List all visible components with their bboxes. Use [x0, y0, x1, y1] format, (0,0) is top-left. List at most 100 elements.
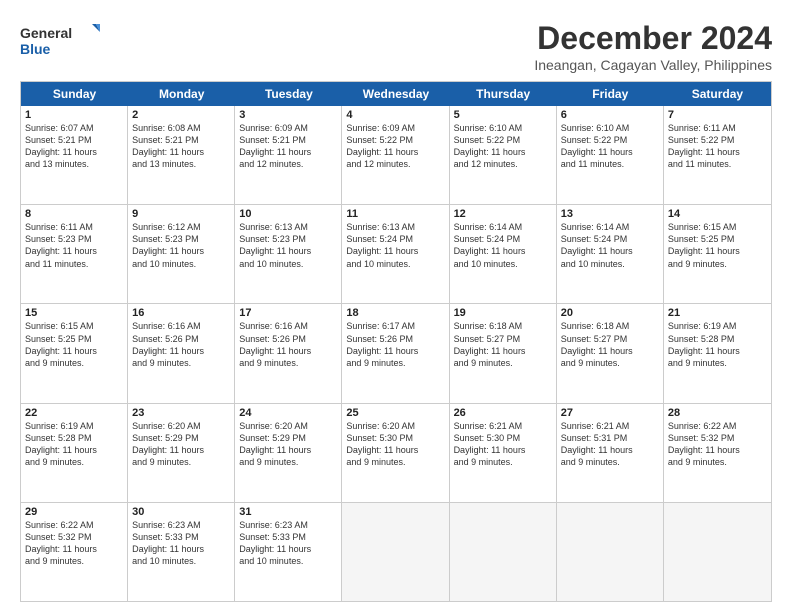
cell-line: Sunset: 5:23 PM: [132, 233, 230, 245]
day-number-31: 31: [239, 506, 337, 518]
day-cell-6: 6Sunrise: 6:10 AMSunset: 5:22 PMDaylight…: [557, 106, 664, 204]
day-cell-28: 28Sunrise: 6:22 AMSunset: 5:32 PMDayligh…: [664, 404, 771, 502]
day-cell-22: 22Sunrise: 6:19 AMSunset: 5:28 PMDayligh…: [21, 404, 128, 502]
cell-line: and 9 minutes.: [668, 357, 767, 369]
cell-line: Daylight: 11 hours: [668, 444, 767, 456]
header-day-wednesday: Wednesday: [342, 82, 449, 106]
cell-line: Sunrise: 6:07 AM: [25, 122, 123, 134]
cell-line: Sunrise: 6:12 AM: [132, 221, 230, 233]
cell-line: Sunrise: 6:22 AM: [25, 519, 123, 531]
cell-line: Sunset: 5:32 PM: [25, 531, 123, 543]
cell-line: Daylight: 11 hours: [132, 543, 230, 555]
cell-line: Sunrise: 6:09 AM: [346, 122, 444, 134]
day-cell-27: 27Sunrise: 6:21 AMSunset: 5:31 PMDayligh…: [557, 404, 664, 502]
cell-line: Daylight: 11 hours: [25, 543, 123, 555]
cell-line: Sunrise: 6:10 AM: [561, 122, 659, 134]
day-number-3: 3: [239, 109, 337, 121]
day-number-30: 30: [132, 506, 230, 518]
day-cell-1: 1Sunrise: 6:07 AMSunset: 5:21 PMDaylight…: [21, 106, 128, 204]
header-day-tuesday: Tuesday: [235, 82, 342, 106]
cell-line: and 9 minutes.: [561, 357, 659, 369]
cell-line: Sunset: 5:24 PM: [346, 233, 444, 245]
cell-line: Sunset: 5:27 PM: [454, 333, 552, 345]
empty-cell: [342, 503, 449, 601]
day-cell-21: 21Sunrise: 6:19 AMSunset: 5:28 PMDayligh…: [664, 304, 771, 402]
empty-cell: [557, 503, 664, 601]
cell-line: Sunset: 5:21 PM: [239, 134, 337, 146]
day-number-2: 2: [132, 109, 230, 121]
day-number-17: 17: [239, 307, 337, 319]
cell-line: Sunrise: 6:13 AM: [346, 221, 444, 233]
calendar-body: 1Sunrise: 6:07 AMSunset: 5:21 PMDaylight…: [21, 106, 771, 601]
cell-line: and 10 minutes.: [132, 555, 230, 567]
cell-line: Sunrise: 6:20 AM: [132, 420, 230, 432]
cell-line: Sunset: 5:33 PM: [239, 531, 337, 543]
calendar-header: SundayMondayTuesdayWednesdayThursdayFrid…: [21, 82, 771, 106]
cell-line: Sunrise: 6:15 AM: [668, 221, 767, 233]
cell-line: and 10 minutes.: [239, 555, 337, 567]
day-number-26: 26: [454, 407, 552, 419]
cell-line: Sunrise: 6:19 AM: [25, 420, 123, 432]
cell-line: Sunset: 5:26 PM: [239, 333, 337, 345]
day-cell-3: 3Sunrise: 6:09 AMSunset: 5:21 PMDaylight…: [235, 106, 342, 204]
cell-line: Sunrise: 6:23 AM: [239, 519, 337, 531]
day-number-7: 7: [668, 109, 767, 121]
day-cell-18: 18Sunrise: 6:17 AMSunset: 5:26 PMDayligh…: [342, 304, 449, 402]
svg-text:Blue: Blue: [20, 41, 51, 57]
cell-line: and 9 minutes.: [668, 258, 767, 270]
day-cell-11: 11Sunrise: 6:13 AMSunset: 5:24 PMDayligh…: [342, 205, 449, 303]
cell-line: Sunset: 5:31 PM: [561, 432, 659, 444]
cell-line: and 9 minutes.: [25, 555, 123, 567]
cell-line: Daylight: 11 hours: [561, 444, 659, 456]
cell-line: and 12 minutes.: [239, 158, 337, 170]
cell-line: and 9 minutes.: [346, 456, 444, 468]
cell-line: Sunrise: 6:14 AM: [454, 221, 552, 233]
cell-line: and 9 minutes.: [454, 456, 552, 468]
week-row-5: 29Sunrise: 6:22 AMSunset: 5:32 PMDayligh…: [21, 503, 771, 601]
day-number-25: 25: [346, 407, 444, 419]
cell-line: Sunset: 5:25 PM: [668, 233, 767, 245]
cell-line: Daylight: 11 hours: [346, 245, 444, 257]
cell-line: Sunrise: 6:21 AM: [454, 420, 552, 432]
cell-line: Sunset: 5:22 PM: [454, 134, 552, 146]
cell-line: Sunrise: 6:16 AM: [132, 320, 230, 332]
cell-line: Daylight: 11 hours: [346, 444, 444, 456]
header-day-friday: Friday: [557, 82, 664, 106]
cell-line: Sunset: 5:32 PM: [668, 432, 767, 444]
cell-line: Sunset: 5:30 PM: [346, 432, 444, 444]
cell-line: and 9 minutes.: [25, 456, 123, 468]
cell-line: Daylight: 11 hours: [239, 146, 337, 158]
day-number-16: 16: [132, 307, 230, 319]
cell-line: and 9 minutes.: [239, 357, 337, 369]
day-cell-17: 17Sunrise: 6:16 AMSunset: 5:26 PMDayligh…: [235, 304, 342, 402]
day-number-4: 4: [346, 109, 444, 121]
day-cell-8: 8Sunrise: 6:11 AMSunset: 5:23 PMDaylight…: [21, 205, 128, 303]
day-number-12: 12: [454, 208, 552, 220]
cell-line: and 9 minutes.: [668, 456, 767, 468]
day-cell-2: 2Sunrise: 6:08 AMSunset: 5:21 PMDaylight…: [128, 106, 235, 204]
cell-line: Sunset: 5:29 PM: [132, 432, 230, 444]
cell-line: Sunset: 5:29 PM: [239, 432, 337, 444]
cell-line: and 10 minutes.: [346, 258, 444, 270]
title-block: December 2024 Ineangan, Cagayan Valley, …: [534, 20, 772, 73]
day-number-23: 23: [132, 407, 230, 419]
cell-line: and 11 minutes.: [561, 158, 659, 170]
day-cell-16: 16Sunrise: 6:16 AMSunset: 5:26 PMDayligh…: [128, 304, 235, 402]
day-number-5: 5: [454, 109, 552, 121]
month-title: December 2024: [534, 20, 772, 57]
day-number-13: 13: [561, 208, 659, 220]
header-day-monday: Monday: [128, 82, 235, 106]
cell-line: and 9 minutes.: [561, 456, 659, 468]
cell-line: Sunset: 5:28 PM: [25, 432, 123, 444]
cell-line: Daylight: 11 hours: [239, 245, 337, 257]
day-cell-25: 25Sunrise: 6:20 AMSunset: 5:30 PMDayligh…: [342, 404, 449, 502]
day-cell-4: 4Sunrise: 6:09 AMSunset: 5:22 PMDaylight…: [342, 106, 449, 204]
day-number-20: 20: [561, 307, 659, 319]
cell-line: Sunset: 5:23 PM: [25, 233, 123, 245]
day-cell-7: 7Sunrise: 6:11 AMSunset: 5:22 PMDaylight…: [664, 106, 771, 204]
cell-line: Daylight: 11 hours: [25, 245, 123, 257]
week-row-2: 8Sunrise: 6:11 AMSunset: 5:23 PMDaylight…: [21, 205, 771, 304]
cell-line: Sunset: 5:23 PM: [239, 233, 337, 245]
cell-line: Sunrise: 6:20 AM: [239, 420, 337, 432]
cell-line: and 9 minutes.: [132, 357, 230, 369]
